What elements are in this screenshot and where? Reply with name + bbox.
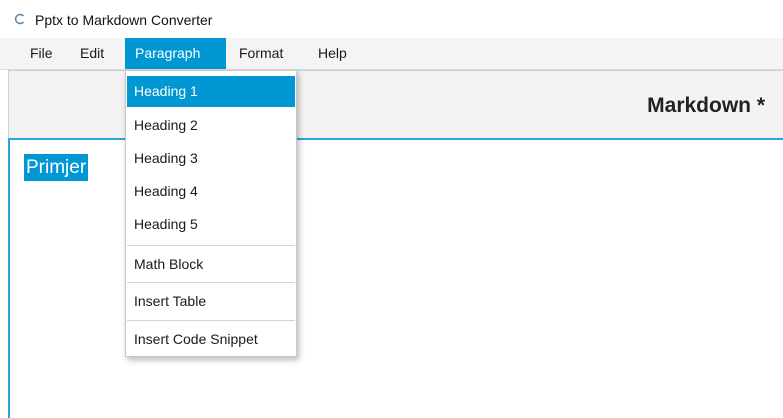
paragraph-dropdown-menu: Heading 1 Heading 2 Heading 3 Heading 4 … (125, 70, 297, 357)
loading-spinner-icon (14, 13, 26, 25)
menu-paragraph[interactable]: Paragraph (125, 38, 226, 69)
menu-help[interactable]: Help (308, 38, 357, 69)
menu-item-heading-5[interactable]: Heading 5 (127, 209, 295, 240)
menu-format[interactable]: Format (229, 38, 293, 69)
app-window: Pptx to Markdown Converter File Edit Par… (0, 0, 783, 418)
menu-item-heading-3[interactable]: Heading 3 (127, 143, 295, 174)
menu-separator (127, 320, 295, 321)
menu-separator (127, 282, 295, 283)
menu-separator (127, 245, 295, 246)
menu-file[interactable]: File (20, 38, 63, 69)
menu-item-insert-code-snippet[interactable]: Insert Code Snippet (127, 324, 295, 355)
menu-item-heading-1[interactable]: Heading 1 (127, 76, 295, 107)
editor-selected-text[interactable]: Primjer (24, 154, 89, 181)
window-title: Pptx to Markdown Converter (35, 12, 213, 28)
menu-bar: File Edit Paragraph Format Help (0, 38, 783, 70)
menu-item-heading-4[interactable]: Heading 4 (127, 176, 295, 207)
menu-edit[interactable]: Edit (70, 38, 114, 69)
pane-title: Markdown * (647, 94, 765, 117)
menu-item-insert-table[interactable]: Insert Table (127, 286, 295, 317)
menu-item-math-block[interactable]: Math Block (127, 249, 295, 280)
title-bar: Pptx to Markdown Converter (0, 0, 783, 38)
menu-item-heading-2[interactable]: Heading 2 (127, 110, 295, 141)
